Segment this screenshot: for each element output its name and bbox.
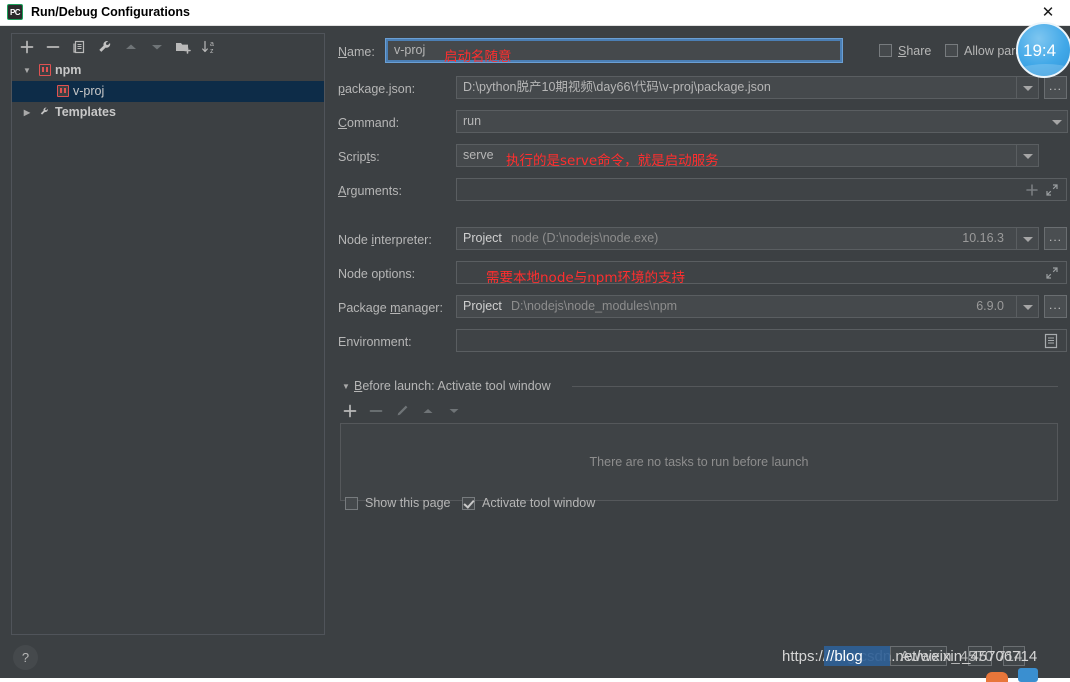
package-manager-label: Package manager: bbox=[338, 301, 443, 315]
configuration-form: Name: v-proj 启动名随意 Share Allow paralle p… bbox=[334, 33, 1068, 635]
tree-item-npm[interactable]: ▼ npm bbox=[12, 60, 324, 81]
command-combo[interactable]: run bbox=[456, 110, 1068, 133]
tree-item-v-proj[interactable]: v-proj bbox=[12, 81, 324, 102]
node-interpreter-browse-button[interactable]: ... bbox=[1044, 227, 1067, 250]
remove-task-button[interactable] bbox=[366, 401, 386, 421]
move-down-button[interactable] bbox=[147, 37, 167, 57]
chevron-down-icon[interactable] bbox=[1016, 296, 1038, 317]
watermark-url-overlap: Aweixin_4570 714 bbox=[900, 648, 1023, 665]
node-options-input[interactable] bbox=[456, 261, 1067, 284]
arguments-expand-icon[interactable] bbox=[1045, 183, 1059, 197]
before-launch-empty-text: There are no tasks to run before launch bbox=[589, 455, 809, 469]
chevron-down-icon[interactable] bbox=[1046, 111, 1067, 132]
clock-widget-overlay: 19:4 bbox=[1016, 22, 1070, 78]
chevron-down-icon[interactable] bbox=[1016, 77, 1038, 98]
edit-templates-button[interactable] bbox=[95, 37, 115, 57]
taskbar-blue-indicator bbox=[1018, 668, 1038, 682]
edit-task-pencil-icon[interactable] bbox=[392, 401, 412, 421]
scripts-combo[interactable]: serve bbox=[456, 144, 1039, 167]
tree-item-label: Templates bbox=[55, 105, 116, 119]
chevron-down-icon[interactable] bbox=[1016, 145, 1038, 166]
title-bar: PC Run/Debug Configurations ✕ bbox=[0, 0, 1070, 26]
node-options-label: Node options: bbox=[338, 267, 416, 281]
arguments-input[interactable] bbox=[456, 178, 1067, 201]
help-button[interactable]: ? bbox=[13, 645, 38, 670]
show-this-page-checkbox[interactable] bbox=[345, 497, 358, 510]
package-manager-browse-button[interactable]: ... bbox=[1044, 295, 1067, 318]
node-options-expand-icon[interactable] bbox=[1045, 266, 1059, 280]
svg-text:z: z bbox=[210, 48, 214, 55]
new-folder-icon[interactable] bbox=[173, 37, 193, 57]
add-task-button[interactable] bbox=[340, 401, 360, 421]
arguments-label: Arguments: bbox=[338, 184, 402, 198]
node-interpreter-version: 10.16.3 bbox=[962, 231, 1004, 245]
activate-tool-window-label[interactable]: Activate tool window bbox=[482, 496, 595, 510]
configurations-tree-panel: a z ▼ npm v-proj ▶ Templates bbox=[11, 33, 325, 635]
node-interpreter-combo[interactable]: Project node (D:\nodejs\node.exe) 10.16.… bbox=[456, 227, 1039, 250]
node-interpreter-label: Node interpreter: bbox=[338, 233, 432, 247]
svg-text:a: a bbox=[210, 41, 214, 48]
configurations-tree: ▼ npm v-proj ▶ Templates bbox=[12, 60, 324, 634]
watermark-selection-text: //blog bbox=[826, 648, 863, 665]
activate-tool-window-checkbox[interactable] bbox=[462, 497, 475, 510]
package-json-browse-button[interactable]: ... bbox=[1044, 76, 1067, 99]
sort-az-icon[interactable]: a z bbox=[199, 37, 219, 57]
wrench-icon bbox=[38, 104, 51, 125]
chevron-down-icon[interactable] bbox=[1016, 228, 1038, 249]
before-launch-collapse-icon[interactable]: ▼ bbox=[342, 382, 350, 391]
copy-configuration-button[interactable] bbox=[69, 37, 89, 57]
remove-configuration-button[interactable] bbox=[43, 37, 63, 57]
add-configuration-button[interactable] bbox=[17, 37, 37, 57]
move-up-button[interactable] bbox=[121, 37, 141, 57]
before-launch-tasks-list[interactable]: There are no tasks to run before launch bbox=[340, 423, 1058, 501]
package-manager-value: D:\nodejs\node_modules\npm bbox=[511, 299, 678, 313]
run-debug-configurations-dialog: PC Run/Debug Configurations ✕ a z ▼ npm … bbox=[0, 0, 1070, 682]
package-manager-version: 6.9.0 bbox=[976, 299, 1004, 313]
tree-item-templates[interactable]: ▶ Templates bbox=[12, 102, 324, 123]
share-checkbox[interactable] bbox=[879, 44, 892, 57]
package-json-label: package.json: bbox=[338, 82, 416, 96]
name-label: Name: bbox=[338, 45, 375, 59]
environment-input[interactable] bbox=[456, 329, 1067, 352]
command-label: Command: bbox=[338, 116, 400, 130]
chevron-right-icon[interactable]: ▶ bbox=[20, 102, 34, 123]
node-interpreter-value: node (D:\nodejs\node.exe) bbox=[511, 231, 659, 245]
pycharm-icon: PC bbox=[7, 4, 23, 20]
name-input[interactable]: v-proj bbox=[385, 38, 843, 63]
tree-item-label: v-proj bbox=[73, 84, 105, 98]
show-this-page-label[interactable]: Show this page bbox=[365, 496, 450, 510]
before-launch-title: Before launch: Activate tool window bbox=[354, 379, 551, 393]
chevron-down-icon[interactable]: ▼ bbox=[20, 60, 34, 81]
close-icon[interactable]: ✕ bbox=[1026, 0, 1070, 25]
package-json-value: D:\python脱产10期视频\day66\代码\v-proj\package… bbox=[463, 80, 771, 94]
package-manager-scope: Project bbox=[463, 299, 502, 313]
scripts-value: serve bbox=[463, 148, 494, 162]
page-title: Run/Debug Configurations bbox=[31, 5, 191, 19]
tree-item-label: npm bbox=[55, 63, 82, 77]
package-manager-combo[interactable]: Project D:\nodejs\node_modules\npm 6.9.0 bbox=[456, 295, 1039, 318]
npm-icon bbox=[39, 64, 51, 76]
task-move-down-button[interactable] bbox=[444, 401, 464, 421]
task-move-up-button[interactable] bbox=[418, 401, 438, 421]
taskbar-orange-indicator bbox=[986, 672, 1008, 682]
clock-time: 19:4 bbox=[1023, 41, 1057, 60]
node-interpreter-scope: Project bbox=[463, 231, 502, 245]
before-launch-divider bbox=[572, 386, 1058, 387]
arguments-add-icon[interactable] bbox=[1025, 183, 1039, 197]
command-value: run bbox=[463, 114, 482, 128]
scripts-label: Scripts: bbox=[338, 150, 380, 164]
package-json-combo[interactable]: D:\python脱产10期视频\day66\代码\v-proj\package… bbox=[456, 76, 1039, 99]
configurations-toolbar: a z bbox=[12, 34, 324, 60]
share-label[interactable]: Share bbox=[898, 44, 931, 58]
environment-label: Environment: bbox=[338, 335, 412, 349]
allow-parallel-run-checkbox[interactable] bbox=[945, 44, 958, 57]
environment-variables-icon[interactable] bbox=[1042, 332, 1060, 350]
npm-icon bbox=[57, 85, 69, 97]
